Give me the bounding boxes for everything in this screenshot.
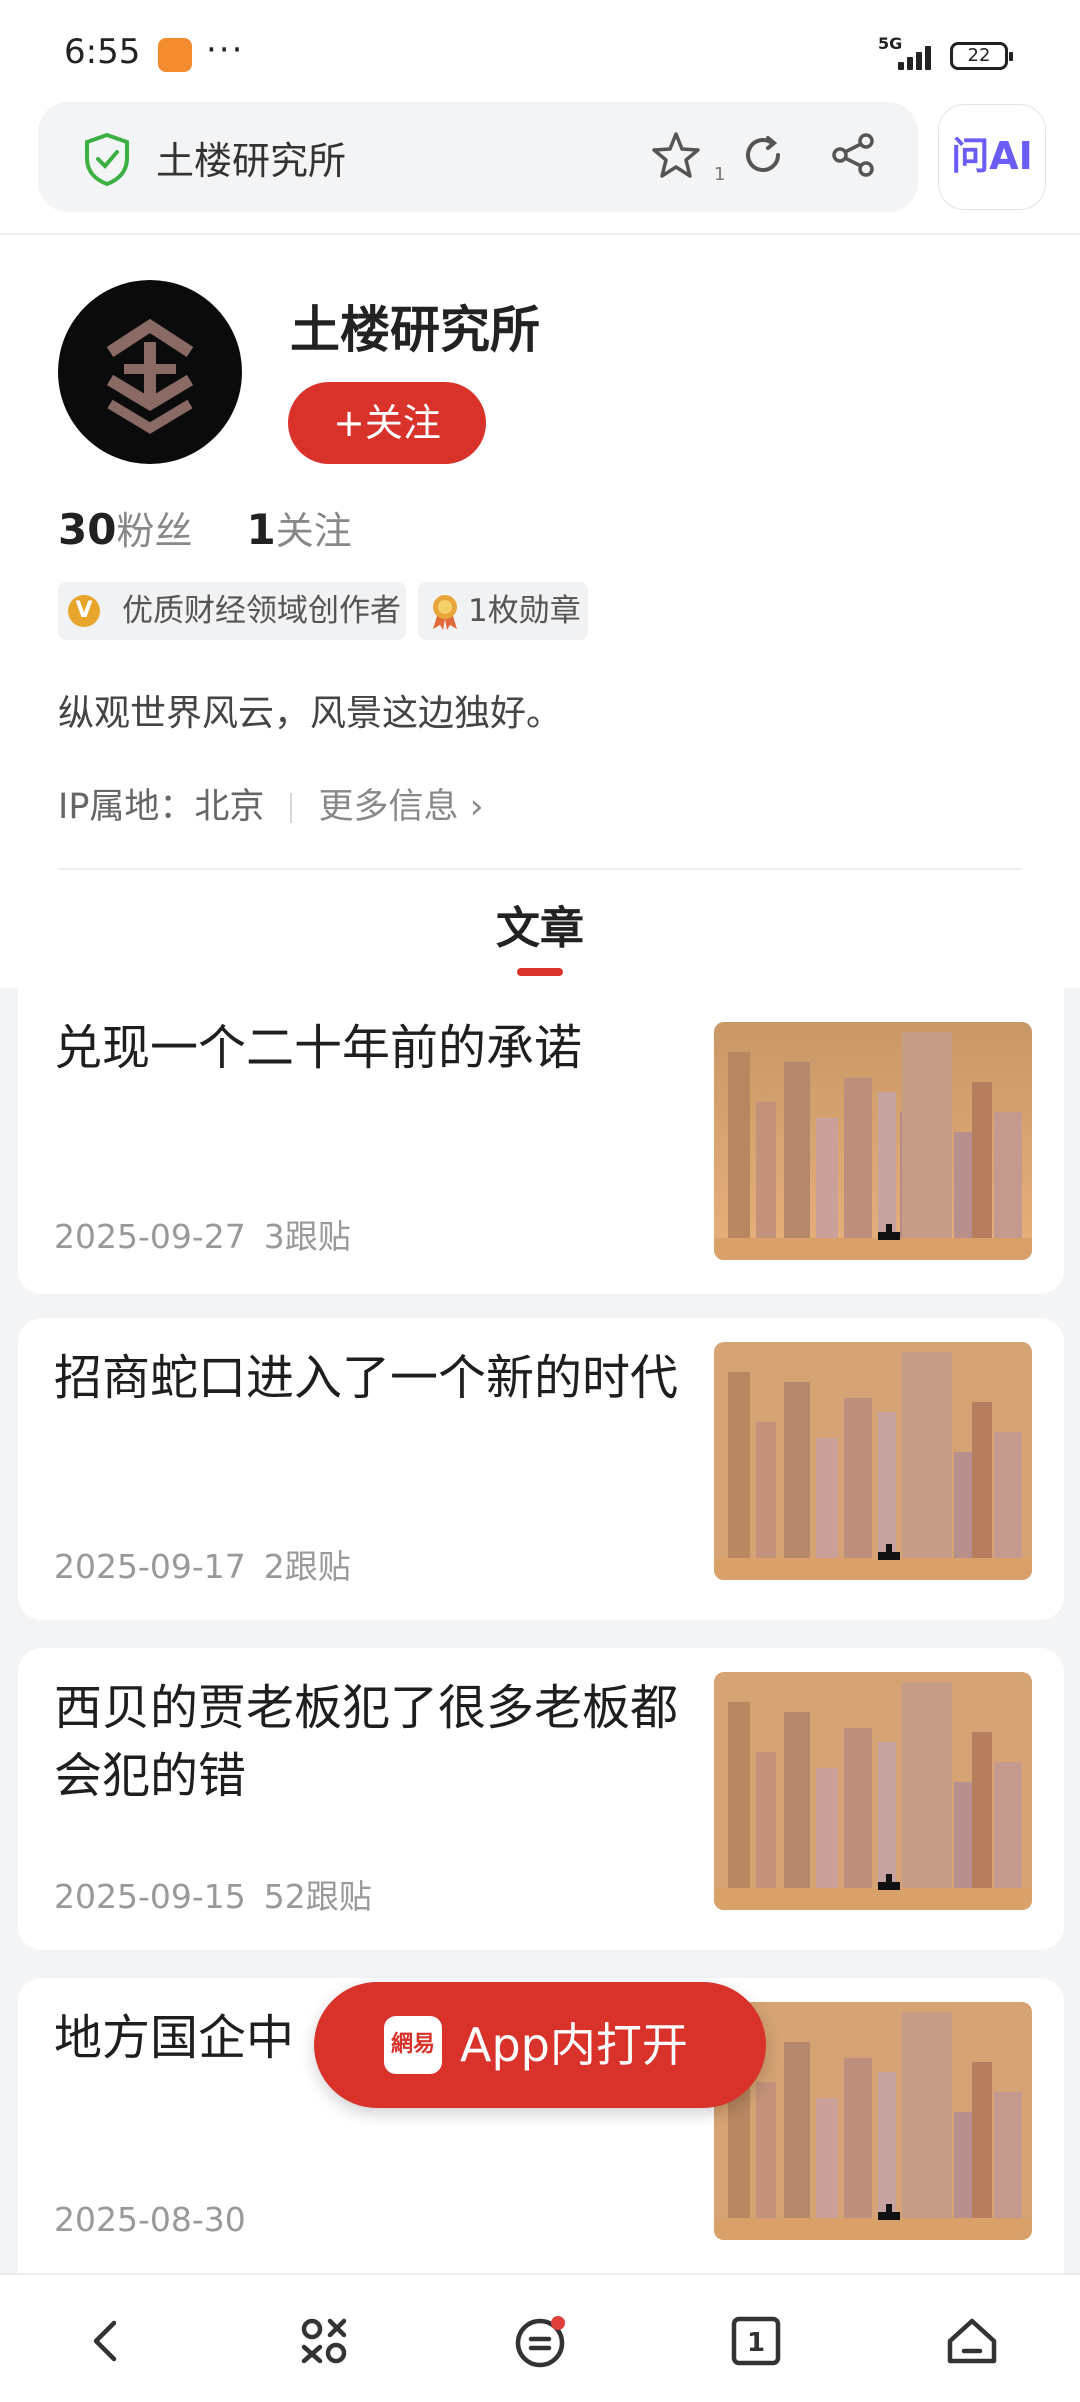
back-icon[interactable] <box>76 2311 136 2371</box>
reload-icon[interactable] <box>738 130 788 180</box>
article-title[interactable]: 招商蛇口进入了一个新的时代 <box>54 1344 704 1412</box>
follow-button[interactable]: +关注 <box>288 382 486 464</box>
fans-count: 30 <box>58 505 117 554</box>
city-skyline-image <box>714 1342 1032 1580</box>
article-meta: 2025-09-15 52跟贴 <box>54 1870 372 1918</box>
article-date: 2025-09-15 <box>54 1877 246 1916</box>
star-count: 1 <box>714 164 726 185</box>
medal-badge-label: 1枚勋章 <box>468 593 581 629</box>
article-meta: 2025-09-17 2跟贴 <box>54 1540 351 1588</box>
profile-name: 土楼研究所 <box>290 301 540 359</box>
article-card[interactable]: 兑现一个二十年前的承诺 2025-09-27 3跟贴 <box>18 988 1064 1294</box>
apps-icon[interactable] <box>294 2311 354 2371</box>
following-count: 1 <box>246 505 276 554</box>
writer-badge-label: 优质财经领域创作者 <box>122 593 401 629</box>
article-date: 2025-09-17 <box>54 1547 246 1586</box>
netease-logo-icon: 網易 <box>384 2016 442 2074</box>
more-info-link[interactable]: 更多信息 › <box>318 787 483 827</box>
battery-icon: 22 <box>950 42 1013 70</box>
home-icon[interactable] <box>942 2311 1002 2371</box>
menu-icon[interactable] <box>510 2311 570 2371</box>
avatar[interactable] <box>58 280 242 464</box>
open-in-app-button[interactable]: 網易 App内打开 <box>314 1982 766 2108</box>
ip-location: IP属地：北京 <box>58 787 265 827</box>
article-thumbnail[interactable] <box>714 1672 1032 1910</box>
article-date: 2025-08-30 <box>54 2200 246 2239</box>
city-skyline-image <box>714 1672 1032 1910</box>
status-more: ··· <box>206 30 245 70</box>
page-title: 土楼研究所 <box>156 139 347 183</box>
article-title[interactable]: 兑现一个二十年前的承诺 <box>54 1014 704 1082</box>
article-comments: 52跟贴 <box>263 1877 372 1916</box>
url-bar[interactable]: 土楼研究所 1 <box>38 102 918 212</box>
share-icon[interactable] <box>828 130 878 180</box>
article-comments: 3跟贴 <box>263 1217 351 1256</box>
medal-icon <box>433 595 457 630</box>
article-card[interactable]: 西贝的贾老板犯了很多老板都会犯的错 2025-09-15 52跟贴 <box>18 1648 1064 1950</box>
svg-text:1: 1 <box>747 2328 765 2358</box>
article-meta: 2025-08-30 <box>54 2200 246 2239</box>
signal-icon <box>898 42 938 70</box>
writer-badge[interactable]: V 优质财经领域创作者 <box>58 582 406 640</box>
status-bar: 6:55 ··· 5G 22 <box>0 0 1080 100</box>
article-card[interactable]: 招商蛇口进入了一个新的时代 2025-09-17 2跟贴 <box>18 1318 1064 1620</box>
fans-label[interactable]: 粉丝 <box>116 509 192 553</box>
app-notification-icon <box>158 38 192 72</box>
article-date: 2025-09-27 <box>54 1217 246 1256</box>
following-label[interactable]: 关注 <box>276 509 352 553</box>
article-thumbnail[interactable] <box>714 1022 1032 1260</box>
ip-row: IP属地：北京 更多信息 › <box>58 778 484 829</box>
tabs-icon[interactable]: 1 <box>726 2311 786 2371</box>
ask-ai-button[interactable]: 问AI <box>938 104 1046 210</box>
city-skyline-image <box>714 1022 1032 1260</box>
profile-bio: 纵观世界风云，风景这边独好。 <box>58 693 563 734</box>
status-time: 6:55 <box>64 32 141 72</box>
verified-v-icon: V <box>68 595 100 627</box>
profile-divider <box>58 868 1022 870</box>
profile-stats: 30粉丝 1关注 <box>58 500 352 555</box>
header-divider <box>0 233 1080 235</box>
avatar-logo-icon <box>106 318 194 434</box>
article-comments: 2跟贴 <box>263 1547 351 1586</box>
medal-badge[interactable]: 1枚勋章 <box>418 582 588 640</box>
article-title[interactable]: 西贝的贾老板犯了很多老板都会犯的错 <box>54 1674 704 1810</box>
article-thumbnail[interactable] <box>714 1342 1032 1580</box>
shield-icon <box>85 132 129 186</box>
star-icon[interactable] <box>648 128 704 184</box>
tab-articles[interactable]: 文章 <box>0 892 1080 956</box>
bottom-nav: 1 <box>0 2273 1080 2402</box>
open-in-app-label: App内打开 <box>460 2018 688 2072</box>
tab-active-indicator <box>517 968 563 976</box>
article-meta: 2025-09-27 3跟贴 <box>54 1210 351 1258</box>
